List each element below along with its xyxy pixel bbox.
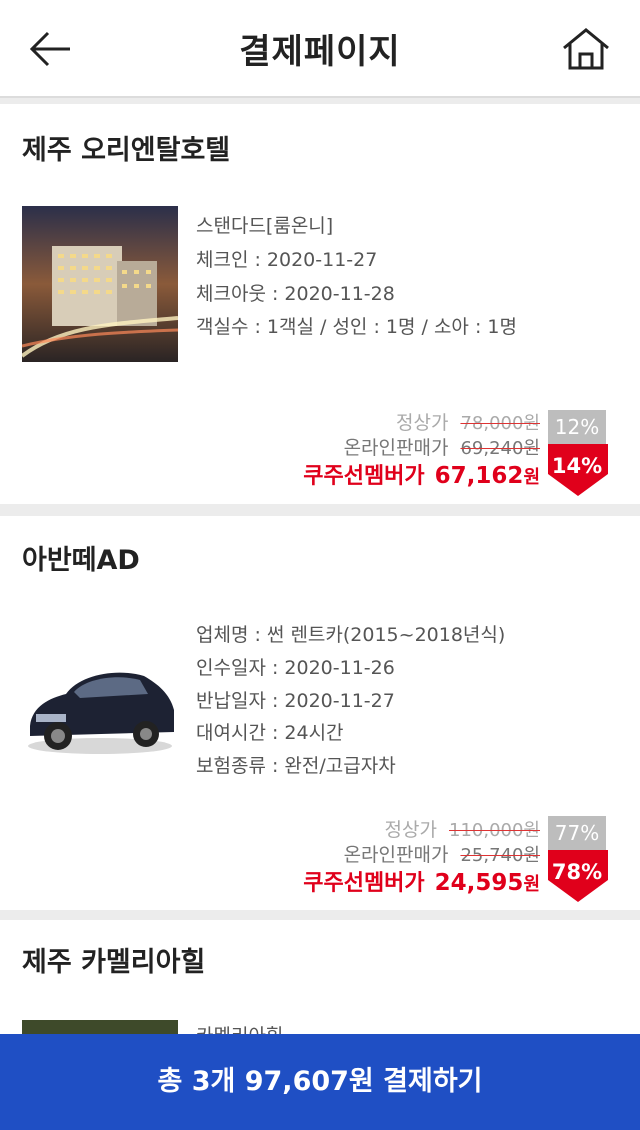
item-detail-line: 반납일자 : 2020-11-27	[196, 690, 395, 712]
page-title: 결제페이지	[239, 32, 401, 72]
online-price-row: 온라인판매가 69,240원	[344, 433, 540, 460]
item-detail-line: 체크아웃 : 2020-11-28	[196, 283, 395, 305]
item-title: 아반떼AD	[22, 545, 140, 576]
car-photo-icon	[22, 628, 178, 784]
item-detail-line: 객실수 : 1객실 / 성인 : 1명 / 소아 : 1명	[196, 316, 517, 338]
member-discount-badge: 14%	[551, 454, 603, 478]
home-icon[interactable]	[558, 22, 614, 76]
online-price-label: 온라인판매가	[343, 844, 449, 866]
item-title: 제주 오리엔탈호텔	[22, 135, 231, 166]
online-price-row: 온라인판매가 25,740원	[344, 840, 540, 867]
item-detail-line: 카멜리아힐	[196, 1021, 283, 1034]
online-price: 25,740원	[460, 845, 540, 866]
item-detail-line: 대여시간 : 24시간	[196, 722, 344, 744]
hotel-photo-icon	[22, 206, 178, 362]
item-detail-line: 보험종류 : 완전/고급자차	[196, 755, 396, 777]
order-item-card: 제주 오리엔탈호텔 스탠다드[룸온니] 체크인: 2020-11-27 체크아…	[0, 104, 640, 504]
member-price-row: 쿠주선멤버가 24,595원	[303, 865, 540, 897]
currency-unit: 원	[523, 467, 540, 488]
online-price-label: 온라인판매가	[343, 437, 449, 459]
member-price-label: 쿠주선멤버가	[303, 464, 425, 489]
order-item-card: 아반떼AD 업체명 : 썬 렌트카(2015~2018년식) 인수일자 : 20…	[0, 516, 640, 910]
member-price: 67,162	[434, 463, 524, 489]
regular-price-label: 정상가	[384, 819, 437, 841]
regular-price: 110,000원	[449, 820, 540, 841]
regular-price-label: 정상가	[396, 412, 449, 434]
online-discount-badge: 12%	[548, 410, 606, 444]
online-discount-badge: 77%	[548, 816, 606, 850]
regular-price-row: 정상가 110,000원	[385, 815, 540, 842]
regular-price: 78,000원	[460, 413, 540, 434]
item-detail-line: 업체명 : 썬 렌트카(2015~2018년식)	[196, 624, 506, 646]
checkout-button[interactable]: 총 3개 97,607원 결제하기	[0, 1034, 640, 1130]
regular-price-row: 정상가 78,000원	[396, 408, 540, 435]
item-detail-line: 인수일자 : 2020-11-26	[196, 657, 395, 679]
member-discount-badge: 78%	[551, 860, 603, 884]
order-item-card: 제주 카멜리아힐 카멜리아힐	[0, 920, 640, 1034]
member-price-row: 쿠주선멤버가 67,162원	[303, 458, 540, 490]
item-title: 제주 카멜리아힐	[22, 947, 206, 978]
currency-unit: 원	[523, 874, 540, 895]
header-bar: 결제페이지	[0, 0, 640, 98]
item-detail-line: 스탠다드[룸온니]	[196, 215, 334, 237]
online-price: 69,240원	[460, 438, 540, 459]
member-price-label: 쿠주선멤버가	[303, 871, 425, 896]
member-price: 24,595	[434, 870, 524, 896]
garden-photo-icon	[22, 1020, 178, 1034]
item-detail-line: 체크인 : 2020-11-27	[196, 249, 378, 271]
